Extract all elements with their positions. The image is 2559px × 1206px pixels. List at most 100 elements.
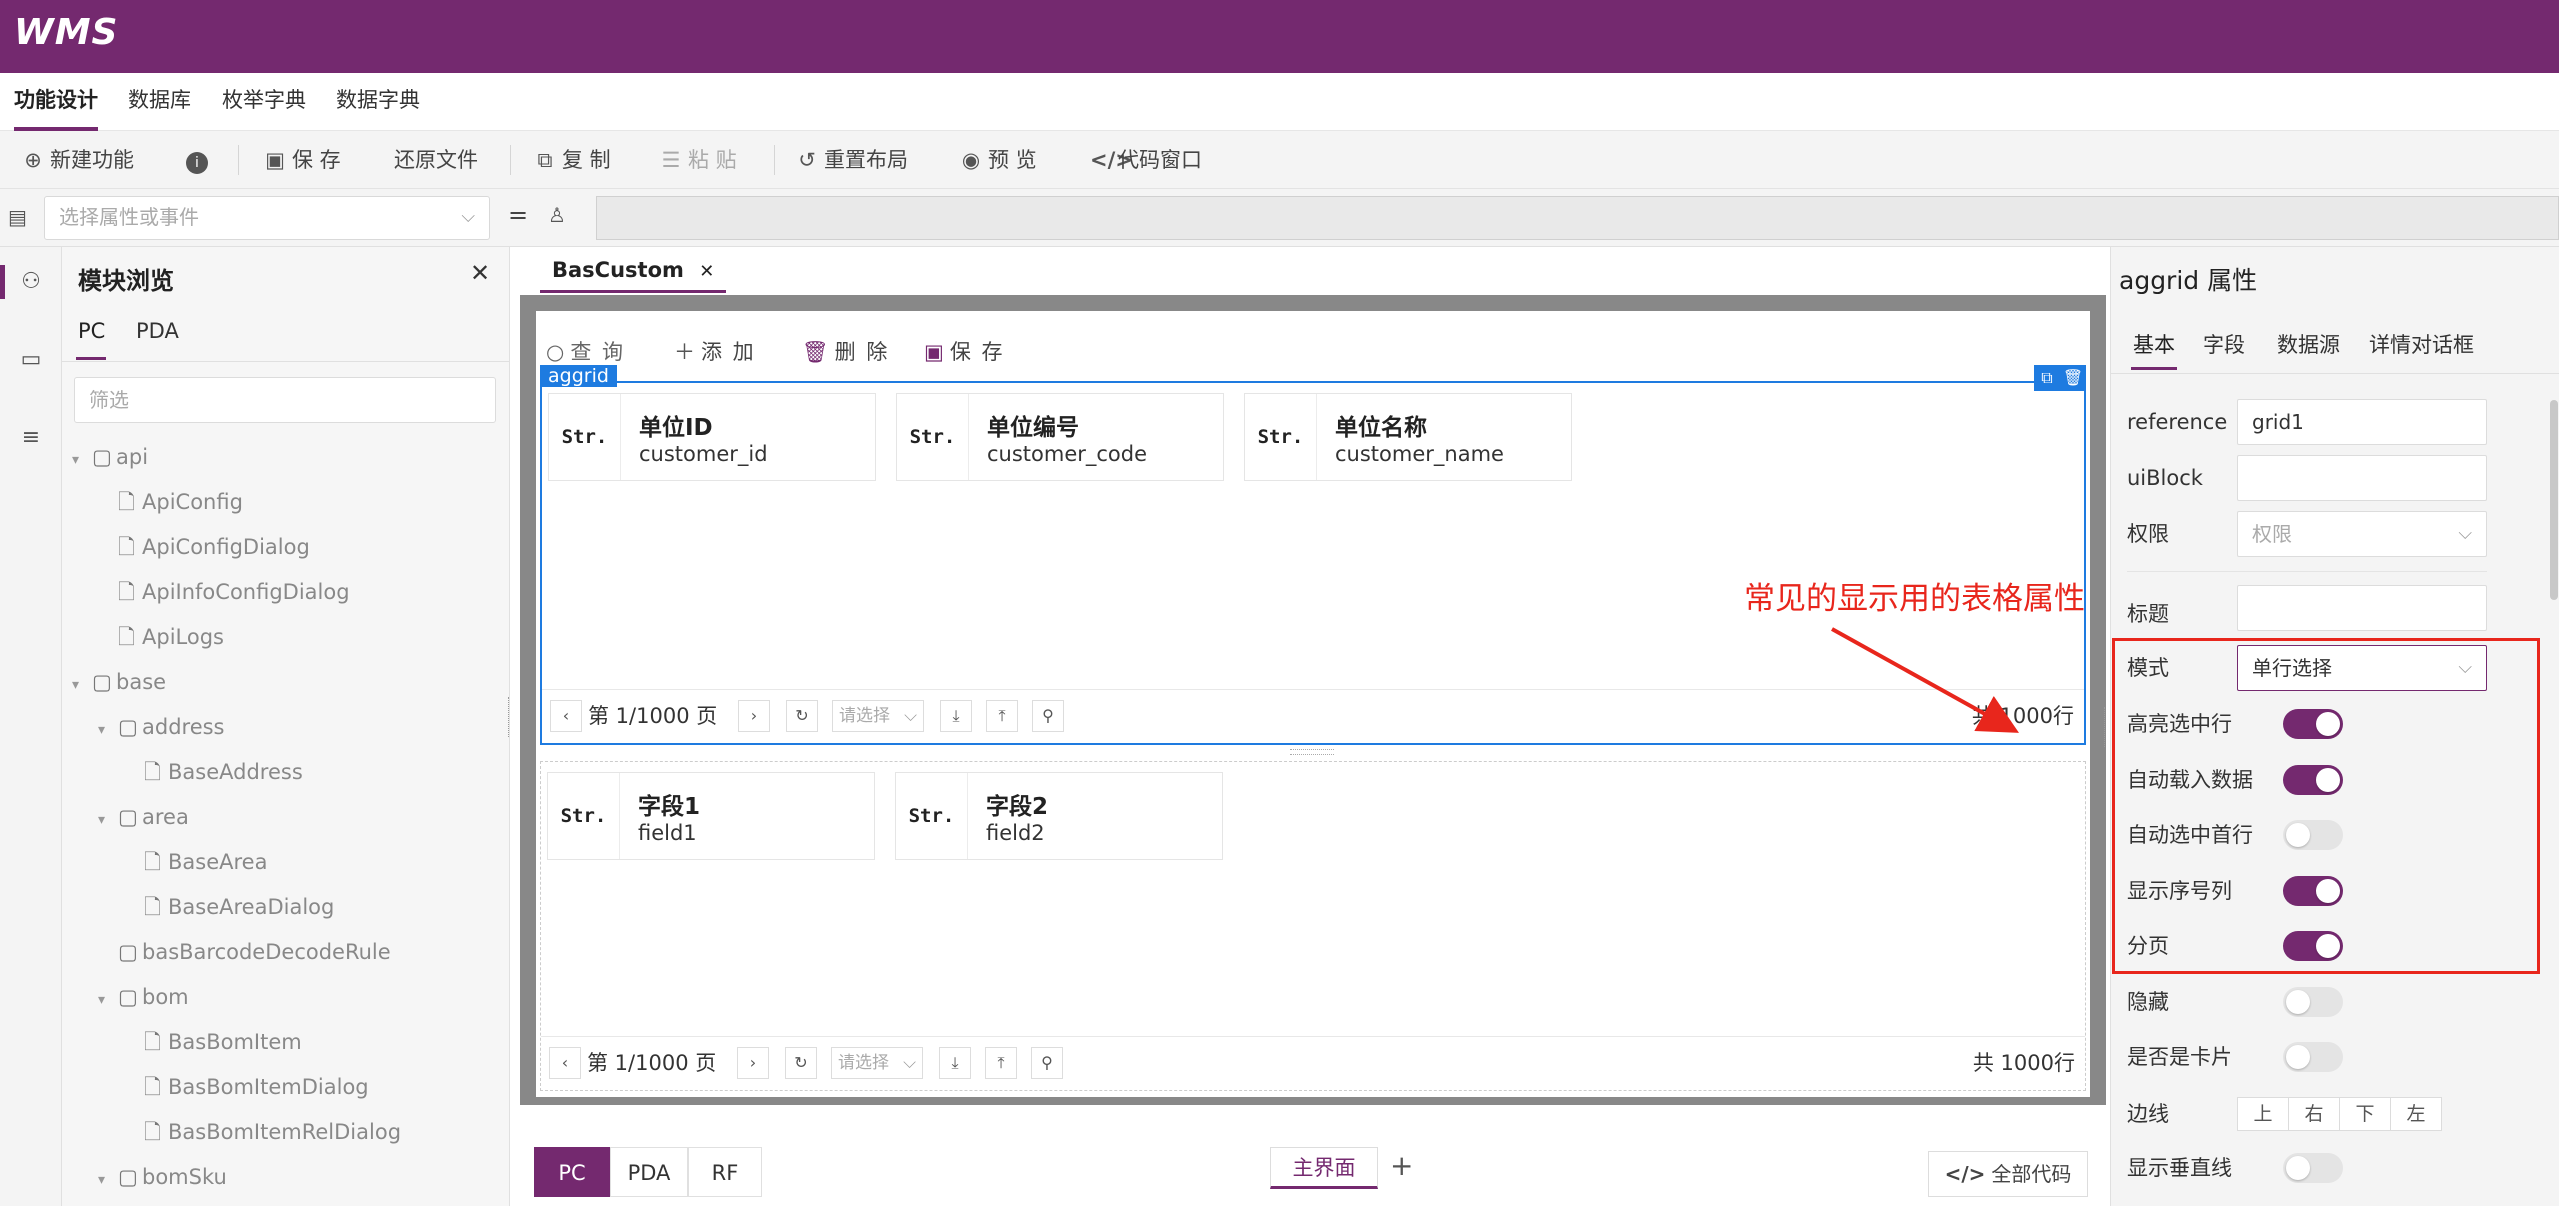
toggle-switch[interactable] bbox=[2283, 986, 2343, 1017]
tree-folder[interactable]: ▾ ▢ bomSku bbox=[72, 1155, 502, 1200]
download-icon[interactable]: ⤓ bbox=[939, 1047, 971, 1079]
toggle-switch[interactable] bbox=[2283, 1042, 2343, 1072]
all-code-button[interactable]: </> 全部代码 bbox=[1928, 1151, 2088, 1197]
next-page-icon[interactable]: › bbox=[738, 700, 770, 732]
uiblock-input[interactable] bbox=[2237, 455, 2487, 501]
column-card[interactable]: Str. 字段2 field2 bbox=[895, 772, 1223, 860]
page-size-select[interactable]: 请选择 ⌵ bbox=[831, 1047, 923, 1079]
upload-icon[interactable]: ⤒ bbox=[986, 700, 1018, 732]
reference-input[interactable]: grid1 bbox=[2237, 399, 2487, 445]
paste-button[interactable]: ☰ 粘 贴 bbox=[660, 131, 737, 189]
info-button[interactable]: i bbox=[186, 131, 214, 189]
column-title: 字段1 bbox=[638, 794, 701, 820]
filter-icon[interactable]: ⚲ bbox=[1031, 1047, 1063, 1079]
download-icon[interactable]: ⤓ bbox=[940, 700, 972, 732]
expression-input[interactable] bbox=[596, 196, 2559, 240]
code-window-button[interactable]: </>代码窗口 bbox=[1090, 131, 1202, 189]
copy-button[interactable]: ⧉ 复 制 bbox=[534, 131, 611, 189]
prev-page-icon[interactable]: ‹ bbox=[549, 1047, 581, 1079]
tab-pda[interactable]: PDA bbox=[136, 319, 179, 343]
tree-file[interactable]: 🗋 BasBomItem bbox=[72, 1020, 502, 1065]
expand-icon[interactable]: ▾ bbox=[98, 1158, 118, 1203]
tree-file[interactable]: 🗋 ApiInfoConfigDialog bbox=[72, 570, 502, 615]
expand-icon[interactable]: ▾ bbox=[72, 663, 92, 708]
outline-icon[interactable]: ≡ bbox=[14, 421, 48, 455]
grid-save-button[interactable]: ▣ 保 存 bbox=[924, 335, 1005, 369]
tree-folder[interactable]: ▾ ▢ base bbox=[72, 660, 502, 705]
upload-icon[interactable]: ⤒ bbox=[985, 1047, 1017, 1079]
filter-input[interactable]: 筛选 bbox=[74, 377, 496, 423]
right-resize-handle[interactable] bbox=[2104, 707, 2108, 747]
properties-scrollbar[interactable] bbox=[2550, 400, 2558, 600]
duplicate-icon[interactable]: ⧉ bbox=[2034, 365, 2060, 391]
tree-folder[interactable]: ▾ ▢ api bbox=[72, 435, 502, 480]
column-card[interactable]: Str. 单位ID customer_id bbox=[548, 393, 876, 481]
next-page-icon[interactable]: › bbox=[737, 1047, 769, 1079]
permission-select[interactable]: 权限 ⌵ bbox=[2237, 511, 2487, 557]
query-button[interactable]: ○ 查 询 bbox=[546, 335, 625, 369]
device-tab-rf[interactable]: RF bbox=[688, 1147, 762, 1197]
close-tab-icon[interactable]: ✕ bbox=[699, 261, 714, 282]
menu-data-dictionary[interactable]: 数据字典 bbox=[336, 73, 420, 131]
column-card[interactable]: Str. 单位编号 customer_code bbox=[896, 393, 1224, 481]
save-button[interactable]: ▣ 保 存 bbox=[264, 131, 341, 189]
tree-file[interactable]: 🗋 ApiConfig bbox=[72, 480, 502, 525]
device-tab-pc[interactable]: PC bbox=[534, 1147, 610, 1197]
expand-icon[interactable]: ▾ bbox=[98, 978, 118, 1023]
grid-splitter-handle[interactable] bbox=[1290, 749, 1334, 755]
tree-folder[interactable]: ▾ ▢ area bbox=[72, 795, 502, 840]
column-type-badge: Str. bbox=[897, 394, 969, 480]
vertical-line-toggle[interactable] bbox=[2283, 1153, 2343, 1183]
prop-tab-detail-dialog[interactable]: 详情对话框 bbox=[2369, 329, 2474, 359]
delete-component-icon[interactable]: 🗑 bbox=[2060, 365, 2086, 391]
tree-folder[interactable]: ▢ basBarcodeDecodeRule bbox=[72, 930, 502, 975]
menu-database[interactable]: 数据库 bbox=[128, 73, 191, 131]
expand-icon[interactable]: ▾ bbox=[72, 438, 92, 483]
tree-file[interactable]: 🗋 BaseAddress bbox=[72, 750, 502, 795]
tree-file[interactable]: 🗋 ApiLogs bbox=[72, 615, 502, 660]
tree-file[interactable]: 🗋 BasBomItemDialog bbox=[72, 1065, 502, 1110]
preview-button[interactable]: ◉ 预 览 bbox=[960, 131, 1037, 189]
tree-file[interactable]: 🗋 ApiConfigDialog bbox=[72, 525, 502, 570]
menu-enum-dictionary[interactable]: 枚举字典 bbox=[222, 73, 306, 131]
reset-layout-button[interactable]: ↺ 重置布局 bbox=[796, 131, 908, 189]
filter-icon[interactable]: ⚲ bbox=[1032, 700, 1064, 732]
second-grid[interactable]: Str. 字段1 field1 Str. 字段2 field2 ‹ 第 1/1000 页 … bbox=[540, 761, 2086, 1091]
tree-folder[interactable]: ▾ ▢ address bbox=[72, 705, 502, 750]
tab-pc[interactable]: PC bbox=[78, 319, 105, 343]
tree-file[interactable]: 🗋 BaseAreaDialog bbox=[72, 885, 502, 930]
add-view-icon[interactable]: + bbox=[1390, 1149, 1413, 1182]
prop-tab-basic[interactable]: 基本 bbox=[2133, 329, 2175, 359]
prop-tab-fields[interactable]: 字段 bbox=[2203, 329, 2245, 359]
prev-page-icon[interactable]: ‹ bbox=[550, 700, 582, 732]
tree-folder[interactable]: ▾ ▢ bom bbox=[72, 975, 502, 1020]
delete-button[interactable]: 🗑 删 除 bbox=[802, 335, 889, 369]
tree-file[interactable]: 🗋 BaseArea bbox=[72, 840, 502, 885]
new-function-button[interactable]: ⊕ 新建功能 bbox=[22, 131, 134, 189]
view-tab-main[interactable]: 主界面 bbox=[1270, 1147, 1378, 1189]
title-input[interactable] bbox=[2237, 585, 2487, 631]
page-size-select[interactable]: 请选择 ⌵ bbox=[832, 700, 924, 732]
modules-icon[interactable]: ⚇ bbox=[14, 265, 48, 299]
expand-icon[interactable]: ▾ bbox=[98, 708, 118, 753]
prop-tab-datasource[interactable]: 数据源 bbox=[2277, 329, 2340, 359]
expand-icon[interactable]: ▾ bbox=[98, 798, 118, 843]
refresh-icon[interactable]: ↻ bbox=[786, 700, 818, 732]
column-card[interactable]: Str. 字段1 field1 bbox=[547, 772, 875, 860]
device-tab-pda[interactable]: PDA bbox=[610, 1147, 688, 1197]
border-bottom-button[interactable]: 下 bbox=[2339, 1097, 2391, 1131]
restore-file-button[interactable]: 还原文件 bbox=[394, 131, 478, 189]
border-left-button[interactable]: 左 bbox=[2390, 1097, 2442, 1131]
document-tab[interactable]: BasCustom ✕ bbox=[540, 247, 727, 293]
toolbox-icon[interactable]: ▭ bbox=[14, 343, 48, 377]
menu-function-design[interactable]: 功能设计 bbox=[14, 73, 98, 131]
border-right-button[interactable]: 右 bbox=[2288, 1097, 2340, 1131]
add-button[interactable]: ＋添 加 bbox=[674, 335, 756, 369]
tree-file[interactable]: 🗋 BasBomItemRelDialog bbox=[72, 1110, 502, 1155]
refresh-icon[interactable]: ↻ bbox=[785, 1047, 817, 1079]
property-event-select[interactable]: 选择属性或事件 ⌵ bbox=[44, 196, 490, 240]
close-icon[interactable]: ✕ bbox=[470, 259, 490, 287]
border-top-button[interactable]: 上 bbox=[2237, 1097, 2289, 1131]
column-card[interactable]: Str. 单位名称 customer_name bbox=[1244, 393, 1572, 481]
user-icon[interactable]: ♙ bbox=[548, 203, 566, 227]
